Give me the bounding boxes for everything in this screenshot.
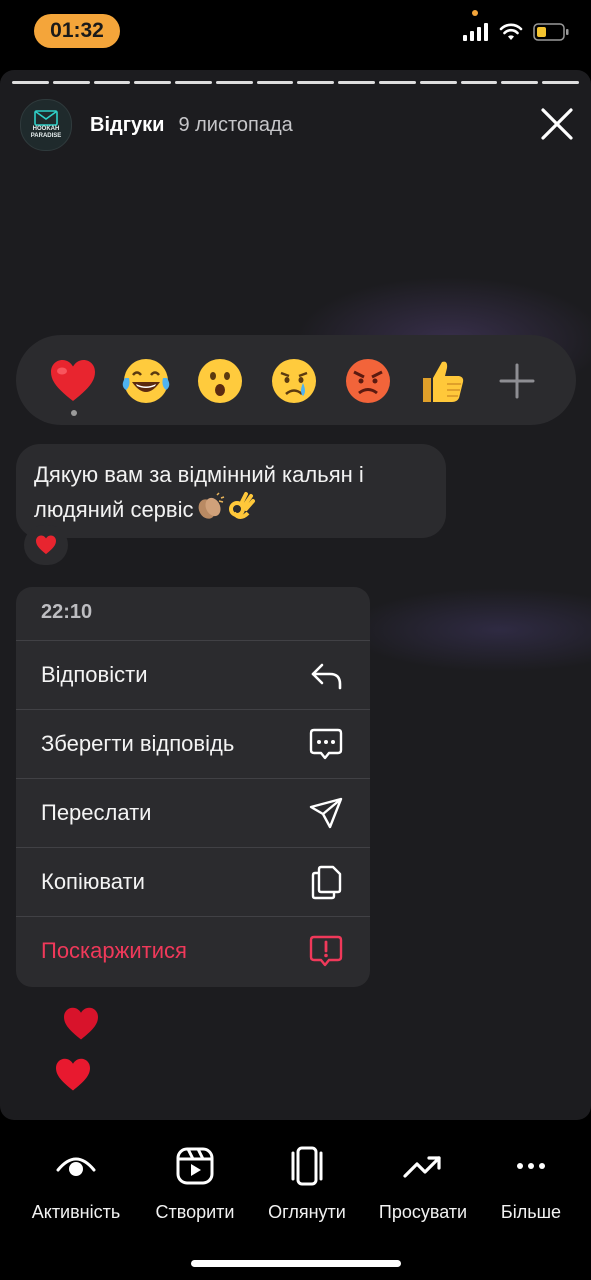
surprised-face-icon bbox=[198, 359, 242, 403]
crying-face-icon bbox=[272, 359, 316, 403]
progress-segment bbox=[460, 81, 498, 84]
red-heart-icon bbox=[36, 535, 56, 555]
menu-item-reply[interactable]: Відповісти bbox=[16, 640, 370, 708]
menu-item-forward[interactable]: Переслати bbox=[16, 778, 370, 846]
report-icon bbox=[309, 935, 343, 967]
menu-item-label: Переслати bbox=[41, 800, 152, 825]
message-bubble[interactable]: Дякую вам за відмінний кальян і людяний … bbox=[16, 444, 446, 538]
plus-icon bbox=[499, 363, 535, 399]
menu-item-label: Зберегти відповідь bbox=[41, 731, 235, 756]
toolbar-create-button[interactable]: Створити bbox=[140, 1144, 250, 1223]
progress-segment bbox=[134, 81, 172, 84]
progress-segment bbox=[215, 81, 253, 84]
reaction-angry-button[interactable] bbox=[341, 355, 395, 407]
red-heart-icon bbox=[51, 360, 95, 401]
story-date: 9 листопада bbox=[178, 113, 293, 136]
selected-reaction-indicator bbox=[71, 410, 77, 416]
toolbar-view-button[interactable]: Оглянути bbox=[252, 1144, 362, 1223]
ok-hand-icon bbox=[226, 491, 256, 530]
floating-heart-icon bbox=[56, 1058, 90, 1091]
progress-segment bbox=[542, 81, 579, 84]
close-icon[interactable] bbox=[537, 104, 577, 144]
progress-segment bbox=[93, 81, 131, 84]
chat-bubble-icon bbox=[309, 728, 343, 760]
envelope-icon bbox=[34, 110, 58, 126]
story-progress-bar bbox=[12, 81, 579, 84]
story-toolbar: Активність Створити Оглянути Просувати Б… bbox=[0, 1120, 591, 1280]
status-bar: 01:32 bbox=[0, 0, 591, 62]
progress-segment bbox=[297, 81, 335, 84]
story-header: HOOKAH PARADISE Відгуки 9 листопада bbox=[20, 99, 293, 151]
send-icon bbox=[309, 797, 343, 829]
progress-segment bbox=[256, 81, 294, 84]
home-indicator[interactable] bbox=[191, 1260, 401, 1267]
progress-segment bbox=[175, 81, 212, 84]
toolbar-promote-button[interactable]: Просувати bbox=[368, 1144, 478, 1223]
toolbar-label: Просувати bbox=[378, 1202, 468, 1222]
menu-item-save-reply[interactable]: Зберегти відповідь bbox=[16, 709, 370, 777]
menu-item-label: Копіювати bbox=[41, 869, 145, 894]
menu-item-label: Поскаржитися bbox=[41, 938, 187, 963]
reaction-heart-button[interactable] bbox=[46, 355, 100, 407]
cellular-signal-icon bbox=[463, 23, 488, 41]
message-reaction-badge[interactable] bbox=[24, 525, 68, 565]
toolbar-activity-button[interactable]: Активність bbox=[21, 1144, 131, 1223]
progress-segment bbox=[12, 81, 49, 84]
reaction-bar bbox=[16, 335, 576, 425]
wifi-icon bbox=[499, 23, 523, 40]
clapping-hands-icon bbox=[195, 491, 225, 530]
story-view[interactable]: HOOKAH PARADISE Відгуки 9 листопада Дяку… bbox=[0, 70, 591, 1120]
toolbar-label: Оглянути bbox=[268, 1202, 346, 1222]
floating-heart-icon bbox=[64, 1007, 98, 1040]
progress-segment bbox=[501, 81, 539, 84]
toolbar-more-button[interactable]: Більше bbox=[476, 1144, 586, 1223]
carousel-icon bbox=[291, 1146, 323, 1186]
reaction-surprised-button[interactable] bbox=[193, 355, 247, 407]
progress-segment bbox=[52, 81, 90, 84]
menu-item-copy[interactable]: Копіювати bbox=[16, 847, 370, 915]
status-time: 01:32 bbox=[34, 14, 120, 48]
battery-low-icon bbox=[533, 23, 569, 41]
message-context-menu: 22:10 Відповісти Зберегти відповідь Пере… bbox=[16, 587, 370, 987]
add-reaction-button[interactable] bbox=[490, 355, 544, 407]
message-timestamp: 22:10 bbox=[41, 601, 93, 623]
more-icon bbox=[517, 1163, 545, 1169]
trending-up-icon bbox=[403, 1156, 441, 1178]
toolbar-label: Більше bbox=[500, 1202, 562, 1222]
reaction-sad-button[interactable] bbox=[267, 355, 321, 407]
toolbar-label: Створити bbox=[155, 1202, 235, 1222]
reels-icon bbox=[176, 1147, 214, 1185]
progress-segment bbox=[338, 81, 376, 84]
menu-item-report[interactable]: Поскаржитися bbox=[16, 916, 370, 984]
reply-arrow-icon bbox=[311, 663, 342, 690]
toolbar-label: Активність bbox=[31, 1202, 121, 1222]
reaction-like-button[interactable] bbox=[415, 355, 469, 407]
avatar-logo-line: PARADISE bbox=[30, 133, 62, 139]
avatar-logo-line: HOOKAH bbox=[32, 126, 60, 132]
reaction-laugh-button[interactable] bbox=[119, 355, 173, 407]
privacy-indicator bbox=[472, 10, 478, 16]
progress-segment bbox=[379, 81, 416, 84]
tears-of-joy-icon bbox=[122, 359, 170, 403]
eye-icon bbox=[56, 1157, 96, 1176]
avatar[interactable]: HOOKAH PARADISE bbox=[20, 99, 72, 151]
progress-segment bbox=[419, 81, 457, 84]
thumbs-up-icon bbox=[423, 361, 464, 402]
story-title[interactable]: Відгуки bbox=[90, 114, 164, 137]
copy-icon bbox=[311, 865, 342, 900]
angry-face-icon bbox=[346, 359, 390, 403]
menu-item-label: Відповісти bbox=[41, 662, 148, 687]
